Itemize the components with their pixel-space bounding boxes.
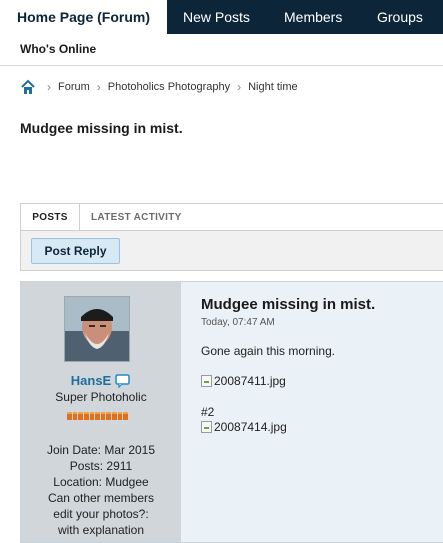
chevron-right-icon: › [47,80,51,94]
subnav-whos-online[interactable]: Who's Online [20,42,96,56]
post-body: Mudgee missing in mist. Today, 07:47 AM … [201,282,443,542]
nav-tab-home[interactable]: Home Page (Forum) [0,0,167,34]
breadcrumb-forum[interactable]: Forum [58,81,90,93]
home-icon[interactable] [20,79,36,95]
post-text: Gone again this morning. [201,344,336,358]
nav-new-posts[interactable]: New Posts [183,0,250,34]
image-filename: 20087414.jpg [214,420,287,434]
thread-toolbar: Post Reply [20,230,443,271]
chevron-right-icon: › [96,80,101,94]
top-nav: Home Page (Forum) New Posts Members Grou… [0,0,443,34]
breadcrumb: › Forum › Photoholics Photography › Nigh… [20,78,298,96]
reputation-bar [67,412,129,420]
user-title: Super Photoholic [55,390,147,404]
post-date: Today, 07:47 AM [201,317,275,328]
breadcrumb-photoholics[interactable]: Photoholics Photography [108,81,230,93]
edit-permission-3: with explanation [57,523,145,537]
join-date: Join Date: Mar 2015 [46,443,156,457]
tab-latest-activity[interactable]: LATEST ACTIVITY [91,204,182,231]
chevron-right-icon: › [237,80,242,94]
chat-icon[interactable] [115,373,131,388]
edit-permission: Can other members [47,491,155,505]
post-number[interactable]: #2 [201,405,214,419]
post-title: Mudgee missing in mist. [201,296,376,313]
user-info: Join Date: Mar 2015 Posts: 2911 Location… [21,442,181,538]
image-attachment[interactable]: 20087411.jpg [201,374,286,388]
image-attachment[interactable]: 20087414.jpg [201,420,287,434]
edit-permission-2: edit your photos?: [53,507,149,521]
thread-tabs: POSTS LATEST ACTIVITY [20,203,443,231]
image-filename: 20087411.jpg [214,374,286,388]
sub-nav: Who's Online [0,34,443,66]
page-title: Mudgee missing in mist. [20,120,183,136]
post: HansE Super Photoholic Join Date: Mar 20… [20,281,443,543]
username[interactable]: HansE [71,373,111,388]
location: Location: Mudgee [53,475,149,489]
broken-image-icon [201,375,212,387]
nav-groups[interactable]: Groups [377,0,423,34]
broken-image-icon [201,421,212,433]
post-count: Posts: 2911 [69,459,133,473]
breadcrumb-night-time[interactable]: Night time [248,81,298,93]
user-panel: HansE Super Photoholic Join Date: Mar 20… [21,282,181,542]
avatar[interactable] [64,296,130,362]
post-reply-button[interactable]: Post Reply [31,238,120,264]
tab-posts[interactable]: POSTS [21,204,80,231]
nav-members[interactable]: Members [284,0,342,34]
